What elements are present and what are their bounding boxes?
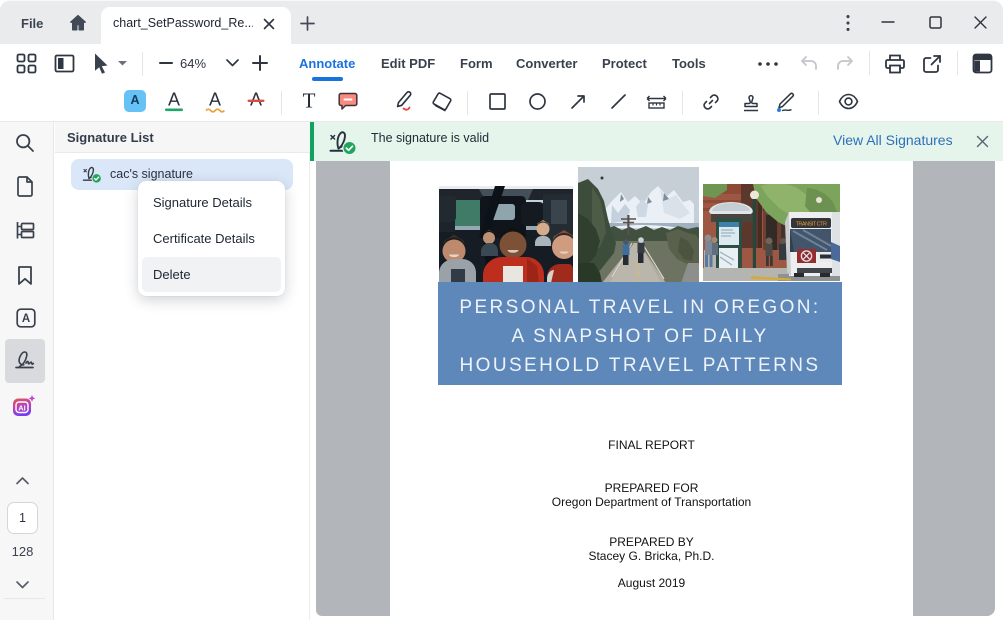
svg-text:A: A	[22, 313, 30, 325]
svg-text:A: A	[168, 90, 180, 110]
svg-text:AI: AI	[18, 404, 26, 413]
svg-text:T: T	[303, 89, 316, 113]
svg-text:A: A	[250, 90, 262, 110]
svg-text:TRANSIT CTR: TRANSIT CTR	[796, 222, 827, 228]
svg-text:A: A	[209, 90, 221, 110]
